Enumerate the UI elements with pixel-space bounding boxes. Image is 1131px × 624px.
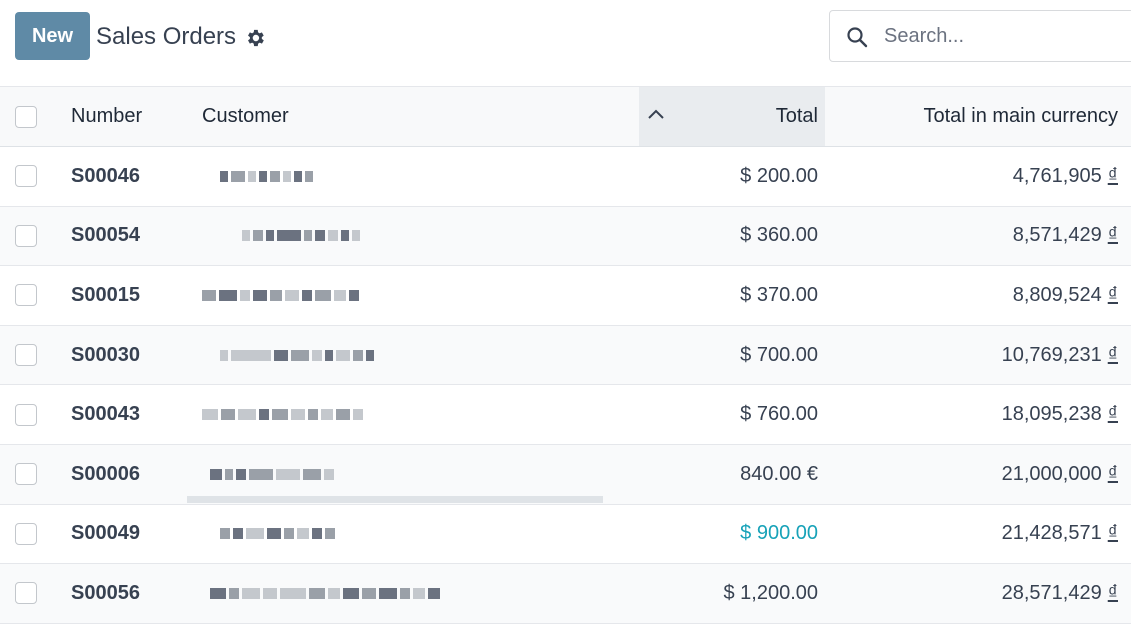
row-checkbox[interactable]: [15, 582, 37, 605]
customer-name-redacted: [202, 385, 602, 444]
row-separator: [187, 496, 603, 503]
total-main-currency: 8,809,524 ₫: [826, 266, 1118, 325]
order-number: S00006: [71, 462, 140, 485]
table-row[interactable]: S00054 $ 360.00 8,571,429 ₫: [0, 206, 1131, 267]
total-main-currency: 21,428,571 ₫: [826, 505, 1118, 564]
main-currency-amount: 4,761,905: [1012, 164, 1102, 187]
currency-symbol: ₫: [1107, 164, 1118, 187]
total-main-currency: 18,095,238 ₫: [826, 385, 1118, 444]
page-title: Sales Orders: [96, 23, 237, 50]
order-total: $ 700.00: [740, 343, 818, 366]
main-currency-amount: 21,000,000: [1001, 462, 1102, 485]
currency-symbol: ₫: [1107, 224, 1118, 247]
gear-icon[interactable]: [244, 27, 266, 49]
customer-name-redacted: [202, 445, 602, 504]
sales-orders-list: Number Customer Total Total in main curr…: [0, 86, 1131, 624]
main-currency-amount: 21,428,571: [1001, 522, 1102, 545]
list-body: S00046 $ 200.00 4,761,905 ₫ S00054 $ 360.…: [0, 147, 1131, 624]
currency-symbol: ₫: [1107, 581, 1118, 604]
row-checkbox[interactable]: [15, 165, 37, 188]
column-header-total[interactable]: Total: [640, 87, 818, 146]
total-main-currency: 4,761,905 ₫: [826, 147, 1118, 206]
main-currency-amount: 8,809,524: [1012, 283, 1102, 306]
search-box[interactable]: [829, 10, 1131, 62]
row-checkbox[interactable]: [15, 344, 37, 367]
order-total: $ 370.00: [740, 283, 818, 306]
list-header: Number Customer Total Total in main curr…: [0, 86, 1131, 147]
select-all-checkbox[interactable]: [15, 105, 37, 128]
column-header-main-currency[interactable]: Total in main currency: [826, 87, 1118, 146]
column-header-customer[interactable]: Customer: [202, 87, 602, 146]
currency-symbol: ₫: [1107, 283, 1118, 306]
table-row[interactable]: S00046 $ 200.00 4,761,905 ₫: [0, 147, 1131, 207]
main-currency-amount: 18,095,238: [1001, 403, 1102, 426]
customer-name-redacted: [202, 505, 602, 564]
order-number: S00015: [71, 283, 140, 306]
row-checkbox[interactable]: [15, 284, 37, 307]
order-total: $ 900.00: [740, 522, 818, 545]
row-checkbox[interactable]: [15, 522, 37, 545]
currency-symbol: ₫: [1107, 403, 1118, 426]
search-icon: [847, 27, 868, 48]
table-row[interactable]: S00049 $ 900.00 21,428,571 ₫: [0, 505, 1131, 565]
total-main-currency: 21,000,000 ₫: [826, 445, 1118, 504]
customer-name-redacted: [202, 564, 602, 623]
total-main-currency: 10,769,231 ₫: [826, 326, 1118, 385]
customer-name-redacted: [202, 207, 602, 266]
total-main-currency: 28,571,429 ₫: [826, 564, 1118, 623]
order-total: $ 360.00: [740, 224, 818, 247]
search-input[interactable]: [884, 21, 1124, 51]
currency-symbol: ₫: [1107, 522, 1118, 545]
main-currency-amount: 8,571,429: [1012, 224, 1102, 247]
order-total: $ 760.00: [740, 403, 818, 426]
column-header-number[interactable]: Number: [71, 87, 186, 146]
table-row[interactable]: S00056 $ 1,200.00 28,571,429 ₫: [0, 564, 1131, 624]
order-total: $ 200.00: [740, 164, 818, 187]
customer-name-redacted: [202, 147, 602, 206]
order-total: $ 1,200.00: [723, 581, 818, 604]
table-row[interactable]: S00015 $ 370.00 8,809,524 ₫: [0, 266, 1131, 326]
order-number: S00030: [71, 343, 140, 366]
row-checkbox[interactable]: [15, 224, 37, 247]
order-number: S00056: [71, 581, 140, 604]
main-currency-amount: 10,769,231: [1001, 343, 1102, 366]
order-number: S00043: [71, 403, 140, 426]
table-row[interactable]: S00030 $ 700.00 10,769,231 ₫: [0, 325, 1131, 386]
order-number: S00046: [71, 164, 140, 187]
main-currency-amount: 28,571,429: [1001, 581, 1102, 604]
order-total: 840.00 €: [740, 462, 818, 485]
customer-name-redacted: [202, 266, 602, 325]
total-main-currency: 8,571,429 ₫: [826, 207, 1118, 266]
order-number: S00054: [71, 224, 140, 247]
currency-symbol: ₫: [1107, 343, 1118, 366]
row-checkbox[interactable]: [15, 403, 37, 426]
order-number: S00049: [71, 522, 140, 545]
row-checkbox[interactable]: [15, 463, 37, 486]
currency-symbol: ₫: [1107, 462, 1118, 485]
customer-name-redacted: [202, 326, 602, 385]
control-panel: New Sales Orders: [0, 0, 1131, 86]
table-row[interactable]: S00043 $ 760.00 18,095,238 ₫: [0, 385, 1131, 445]
new-button[interactable]: New: [15, 12, 90, 60]
